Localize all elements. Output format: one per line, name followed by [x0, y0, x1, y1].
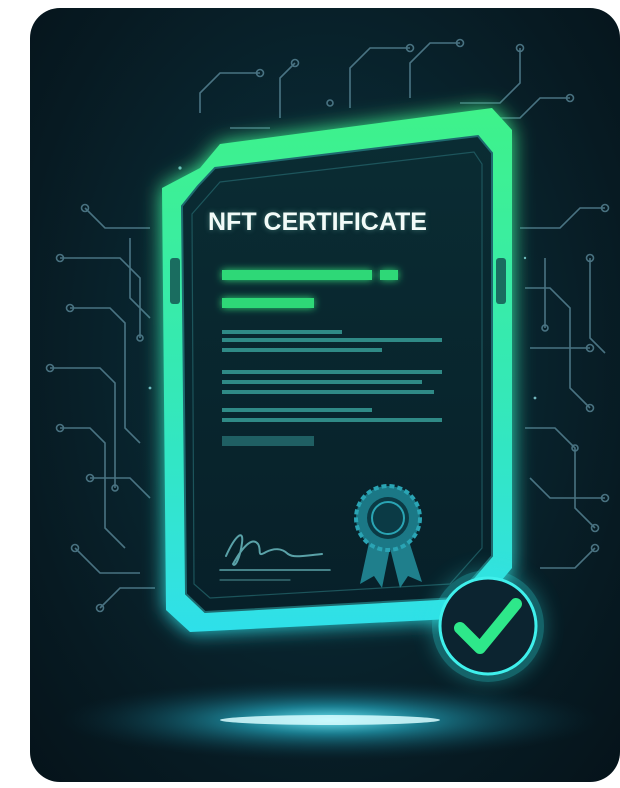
- checkmark-icon: [432, 570, 544, 682]
- certificate-illustration: [45, 38, 610, 760]
- nft-certificate-card: NFT CERTIFICATE: [30, 8, 620, 782]
- certificate-title: NFT CERTIFICATE: [208, 208, 427, 236]
